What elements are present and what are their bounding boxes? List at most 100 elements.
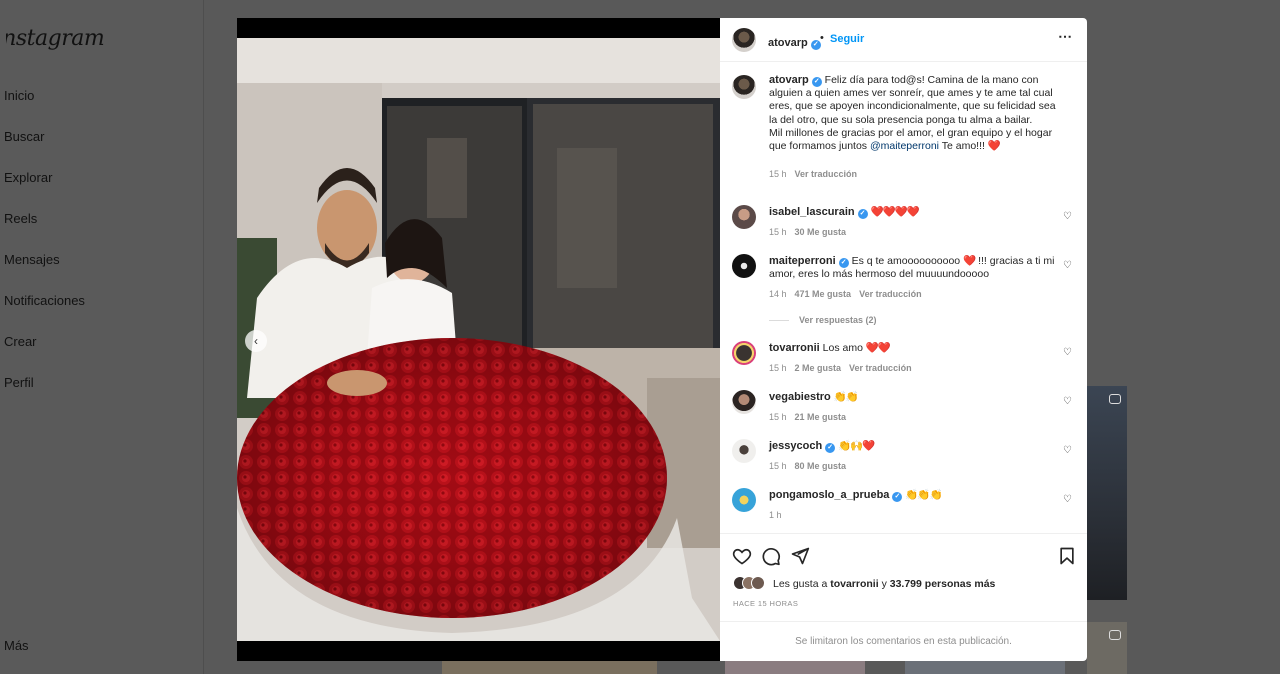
sidebar-item-crear[interactable]: Crear — [4, 334, 37, 349]
share-send-icon[interactable] — [790, 546, 810, 566]
like-comment-icon[interactable]: ♡ — [1063, 446, 1073, 456]
like-comment-icon[interactable]: ♡ — [1063, 348, 1073, 358]
instagram-logo[interactable]: Instagram — [6, 26, 104, 51]
caption-line: Mil millones de gracias por el amor, el … — [769, 126, 1053, 139]
grid-tile[interactable] — [1087, 386, 1127, 600]
sidebar-item-buscar[interactable]: Buscar — [4, 129, 44, 144]
like-heart-icon[interactable] — [732, 546, 752, 566]
sidebar: Instagram Inicio Buscar Explorar Reels M… — [0, 0, 204, 674]
mention-link[interactable]: @maiteperroni — [870, 140, 939, 152]
verified-badge-icon: ✓ — [838, 258, 849, 268]
comment-username[interactable]: jessycoch — [769, 440, 822, 452]
sidebar-item-perfil[interactable]: Perfil — [4, 375, 34, 390]
grid-tile[interactable] — [725, 661, 865, 674]
more-options-icon[interactable]: ⋯ — [1058, 28, 1073, 45]
grid-tile[interactable] — [1087, 622, 1127, 674]
reel-icon — [1109, 630, 1121, 640]
comment-time: 1 h — [769, 510, 782, 520]
caption-line: alguien a quien ames ver sonreír, que am… — [769, 87, 1053, 100]
save-bookmark-icon[interactable] — [1057, 546, 1077, 566]
comment-username[interactable]: vegabiestro — [769, 391, 831, 403]
comment-text: maiteperroni ✓ Es q te amoooooooooo ❤️ !!… — [769, 255, 1059, 281]
heart-emoji: ❤️❤️ — [865, 342, 891, 354]
caption-line: Feliz día para tod@s! Camina de la mano … — [824, 74, 1039, 86]
grid-tile[interactable] — [905, 661, 1065, 674]
comment-body: amor, eres lo más hermoso del muuuundooo… — [769, 268, 990, 281]
comment-body: 👏👏👏 — [905, 489, 942, 501]
comment-time: 15 h — [769, 363, 787, 373]
comment-likes[interactable]: 80 Me gusta — [795, 461, 847, 471]
sidebar-item-mensajes[interactable]: Mensajes — [4, 252, 60, 267]
comment-username[interactable]: tovarronii — [769, 342, 820, 354]
comment-body: !!! gracias a ti mi — [975, 255, 1055, 267]
view-replies-button[interactable]: Ver respuestas (2) — [769, 315, 877, 325]
post-header: atovarp ✓ • Seguir ⋯ — [720, 18, 1087, 62]
comment-username[interactable]: maiteperroni — [769, 255, 836, 267]
like-comment-icon[interactable]: ♡ — [1063, 261, 1073, 271]
sidebar-item-explorar[interactable]: Explorar — [4, 170, 52, 185]
comment-text: jessycoch ✓ 👏🙌❤️ — [769, 440, 1059, 453]
comment-meta: 1 h — [769, 510, 782, 520]
post-media: ‹ — [237, 18, 720, 661]
comment-meta: 14 h 471 Me gusta Ver traducción — [769, 289, 922, 299]
comment-body: Es q te amoooooooooo — [851, 255, 964, 267]
see-translation-link[interactable]: Ver traducción — [849, 363, 912, 373]
comment-body: 👏👏 — [833, 391, 859, 403]
comment-username[interactable]: pongamoslo_a_prueba — [769, 489, 889, 501]
comment-likes[interactable]: 2 Me gusta — [795, 363, 842, 373]
avatar[interactable] — [732, 341, 756, 365]
caption-meta: 15 h Ver traducción — [769, 169, 857, 179]
replies-divider — [769, 320, 789, 322]
avatar[interactable] — [732, 390, 756, 414]
author-username[interactable]: atovarp — [768, 37, 808, 49]
avatar[interactable] — [732, 254, 756, 278]
caption-username[interactable]: atovarp — [769, 74, 809, 86]
see-translation-link[interactable]: Ver traducción — [859, 289, 922, 299]
caption-line: eres, que se apoyen incondicionalmente, … — [769, 100, 1056, 113]
comment-likes[interactable]: 21 Me gusta — [795, 412, 847, 422]
post-actions: Les gusta a tovarronii y 33.799 personas… — [720, 533, 1087, 621]
comment-body: Los amo — [822, 342, 866, 354]
reel-icon — [1109, 394, 1121, 404]
like-comment-icon[interactable]: ♡ — [1063, 495, 1073, 505]
previous-image-button[interactable]: ‹ — [245, 330, 267, 352]
follow-button[interactable]: Seguir — [830, 33, 864, 45]
caption-line: Te amo!!! — [939, 140, 988, 153]
like-comment-icon[interactable]: ♡ — [1063, 397, 1073, 407]
sidebar-item-notificaciones[interactable]: Notificaciones — [4, 293, 85, 308]
avatar — [751, 576, 765, 590]
heart-emoji: ❤️ — [963, 255, 976, 267]
comment-text: pongamoslo_a_prueba ✓ 👏👏👏 — [769, 489, 1059, 502]
liker-username[interactable]: tovarronii — [830, 578, 878, 590]
avatar[interactable] — [732, 75, 756, 99]
caption-text: atovarp ✓ Feliz día para tod@s! Camina de… — [769, 74, 1059, 153]
comment-username[interactable]: isabel_lascurain — [769, 206, 855, 218]
comment-time: 15 h — [769, 461, 787, 471]
avatar[interactable] — [732, 439, 756, 463]
likes-prefix: Les gusta a — [773, 578, 831, 590]
sidebar-item-reels[interactable]: Reels — [4, 211, 37, 226]
post-author: atovarp ✓ — [768, 33, 821, 51]
sidebar-item-inicio[interactable]: Inicio — [4, 88, 34, 103]
likes-summary: Les gusta a tovarronii y 33.799 personas… — [773, 578, 995, 590]
comment-text: isabel_lascurain ✓ ❤️❤️❤️❤️ — [769, 206, 1059, 219]
comment-text: tovarronii Los amo ❤️❤️ — [769, 342, 1059, 355]
caption-line: que formamos juntos — [769, 140, 870, 153]
avatar[interactable] — [732, 205, 756, 229]
see-translation-link[interactable]: Ver traducción — [795, 169, 858, 179]
post-photo — [237, 38, 720, 641]
like-comment-icon[interactable]: ♡ — [1063, 212, 1073, 222]
avatar[interactable] — [732, 488, 756, 512]
verified-badge-icon: ✓ — [811, 77, 822, 87]
comment-likes[interactable]: 30 Me gusta — [795, 227, 847, 237]
liked-by-avatars[interactable] — [733, 576, 773, 590]
separator-dot: • — [820, 32, 824, 44]
comment-likes[interactable]: 471 Me gusta — [795, 289, 852, 299]
heart-emoji: ❤️ — [987, 140, 1001, 153]
comment-meta: 15 h 2 Me gusta Ver traducción — [769, 363, 912, 373]
sidebar-item-mas[interactable]: Más — [4, 638, 29, 653]
likes-count[interactable]: 33.799 personas más — [890, 578, 996, 590]
grid-tile[interactable] — [442, 661, 657, 674]
avatar[interactable] — [732, 28, 756, 52]
comment-icon[interactable] — [761, 546, 781, 566]
